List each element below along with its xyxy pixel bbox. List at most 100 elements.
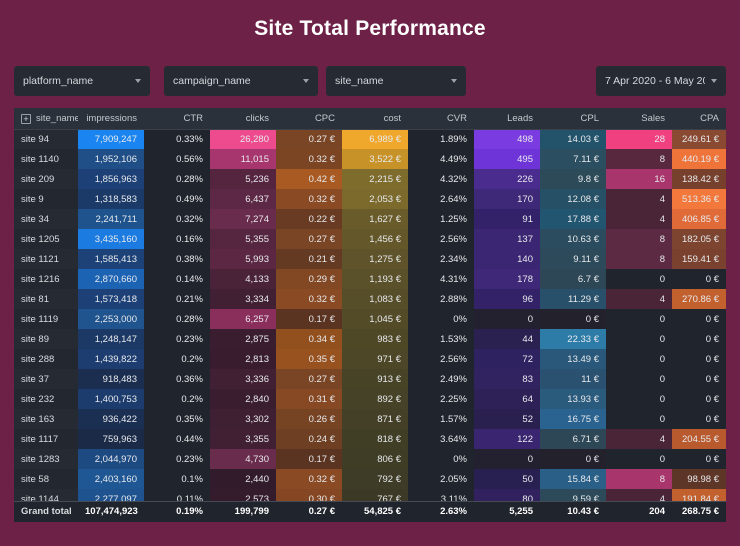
cell-cpl: 9.8 €	[540, 169, 606, 189]
cell-sales: 8	[606, 149, 672, 169]
column-header-site-name[interactable]: + site_name	[14, 108, 78, 130]
cell-cost: 971 €	[342, 349, 408, 369]
cell-cvr: 4.32%	[440, 173, 467, 185]
table-row[interactable]: site 288 1,439,822 0.2% 2,813 0.35 €971 € 2.5…	[14, 349, 726, 369]
column-header-cpa[interactable]: CPA	[672, 108, 726, 130]
chevron-down-icon	[451, 79, 457, 83]
table-row[interactable]: site 1205 3,435,160 0.16% 5,355 0.27 €1,456 …	[14, 229, 726, 249]
site-filter-label: site_name	[335, 75, 384, 87]
cell-cost: 767 €	[342, 489, 408, 501]
cell-impressions: 2,241,711	[78, 209, 144, 229]
date-range-label: 7 Apr 2020 - 6 May 20	[605, 75, 705, 87]
cell-ctr: 0.49%	[176, 193, 203, 205]
table-row[interactable]: site 34 2,241,711 0.32% 7,274 0.22 €1,627 € 1…	[14, 209, 726, 229]
cell-cost: 792 €	[342, 469, 408, 489]
column-header-sales[interactable]: Sales	[606, 108, 672, 130]
table-row[interactable]: site 58 2,403,160 0.1% 2,440 0.32 €792 € 2.05…	[14, 469, 726, 489]
cell-leads: 137	[474, 229, 540, 249]
cell-clicks: 3,334	[210, 289, 276, 309]
cell-ctr: 0.2%	[181, 393, 203, 405]
cell-cvr: 2.88%	[440, 293, 467, 305]
column-header-cost[interactable]: cost	[342, 108, 408, 130]
table-row[interactable]: site 209 1,856,963 0.28% 5,236 0.42 €2,215 €…	[14, 169, 726, 189]
cell-site-name: site 94	[14, 129, 78, 149]
cell-cvr: 0%	[453, 313, 467, 325]
cell-cvr: 1.25%	[440, 213, 467, 225]
cell-impressions: 918,483	[78, 369, 144, 389]
cell-impressions: 2,403,160	[78, 469, 144, 489]
cell-cvr: 1.89%	[440, 133, 467, 145]
cell-sales: 28	[606, 129, 672, 149]
column-header-leads[interactable]: Leads	[474, 108, 540, 130]
cell-leads: 80	[474, 489, 540, 501]
cell-cpl: 11.29 €	[540, 289, 606, 309]
table-row[interactable]: site 9 1,318,583 0.49% 6,437 0.32 €2,053 € 2.…	[14, 189, 726, 209]
table-row[interactable]: site 1121 1,585,413 0.38% 5,993 0.21 €1,275 …	[14, 249, 726, 269]
cell-cvr: 2.56%	[440, 353, 467, 365]
table-row[interactable]: site 1283 2,044,970 0.23% 4,730 0.17 €806 € 0…	[14, 449, 726, 469]
table-row[interactable]: site 1144 2,277,097 0.11% 2,573 0.30 €767 € 3…	[14, 489, 726, 501]
cell-leads: 178	[474, 269, 540, 289]
cell-cpl: 17.88 €	[540, 209, 606, 229]
expand-plus-icon[interactable]: +	[21, 113, 31, 124]
cell-ctr: 0.28%	[176, 173, 203, 185]
cell-ctr: 0.14%	[176, 273, 203, 285]
cell-impressions: 2,253,000	[78, 309, 144, 329]
table-row[interactable]: site 81 1,573,418 0.21% 3,334 0.32 €1,083 € 2…	[14, 289, 726, 309]
cell-cost: 1,627 €	[342, 209, 408, 229]
cell-cpa: 513.36 €	[672, 189, 726, 209]
column-header-clicks[interactable]: clicks	[210, 108, 276, 130]
cell-site-name: site 58	[14, 469, 78, 489]
grand-total-cpl: 10.43 €	[540, 500, 606, 522]
cell-cpl: 16.75 €	[540, 409, 606, 429]
cell-ctr: 0.33%	[176, 133, 203, 145]
grand-total-cpc: 0.27 €	[276, 500, 342, 522]
cell-cpl: 13.49 €	[540, 349, 606, 369]
grand-total-label: Grand total	[14, 500, 78, 522]
table-row[interactable]: site 1216 2,870,660 0.14% 4,133 0.29 €1,193 …	[14, 269, 726, 289]
cell-leads: 140	[474, 249, 540, 269]
cell-site-name: site 1283	[14, 449, 78, 469]
cell-cpl: 9.11 €	[540, 249, 606, 269]
table-row[interactable]: site 1117 759,963 0.44% 3,355 0.24 €818 € 3.6…	[14, 429, 726, 449]
table-scroll-area[interactable]: + site_name impressions CTR clicks CPC cost CVR…	[14, 108, 726, 501]
column-header-cpl[interactable]: CPL	[540, 108, 606, 130]
cell-cpc: 0.27 €	[276, 129, 342, 149]
cell-ctr: 0.56%	[176, 153, 203, 165]
column-header-impressions[interactable]: impressions	[78, 108, 144, 130]
performance-table: + site_name impressions CTR clicks CPC cost CVR…	[14, 108, 726, 501]
cell-cpa: 204.55 €	[672, 429, 726, 449]
table-row[interactable]: site 1119 2,253,000 0.28% 6,257 0.17 €1,045 …	[14, 309, 726, 329]
cell-sales: 4	[606, 489, 672, 501]
column-header-ctr[interactable]: CTR	[144, 108, 210, 130]
cell-sales: 8	[606, 469, 672, 489]
table-row[interactable]: site 232 1,400,753 0.2% 2,840 0.31 €892 € 2.2…	[14, 389, 726, 409]
cell-cpc: 0.32 €	[276, 149, 342, 169]
cell-clicks: 11,015	[210, 149, 276, 169]
cell-cvr: 2.56%	[440, 233, 467, 245]
date-range-filter[interactable]: 7 Apr 2020 - 6 May 20	[596, 66, 726, 96]
cell-cpa: 0 €	[705, 413, 719, 425]
grand-total-row: Grand total 107,474,923 0.19% 199,799 0.27 €…	[14, 500, 726, 522]
table-row[interactable]: site 89 1,248,147 0.23% 2,875 0.34 €983 € 1.5…	[14, 329, 726, 349]
cell-cost: 892 €	[342, 389, 408, 409]
cell-cpl: 6.71 €	[540, 429, 606, 449]
table-row[interactable]: site 1140 1,952,106 0.56% 11,015 0.32 €3,522…	[14, 149, 726, 169]
column-header-cvr[interactable]: CVR	[408, 108, 474, 130]
cell-cpa: 0 €	[705, 373, 719, 385]
cell-cvr: 2.49%	[440, 373, 467, 385]
cell-cpa: 0 €	[705, 313, 719, 325]
campaign-name-filter[interactable]: campaign_name	[164, 66, 318, 96]
cell-leads: 83	[474, 369, 540, 389]
table-row[interactable]: site 94 7,909,247 0.33% 26,280 0.27 €6,989 €…	[14, 129, 726, 149]
cell-ctr: 0.38%	[176, 253, 203, 265]
table-row[interactable]: site 37 918,483 0.36% 3,336 0.27 €913 € 2.49%…	[14, 369, 726, 389]
cell-cpa: 159.41 €	[672, 249, 726, 269]
table-row[interactable]: site 163 936,422 0.35% 3,302 0.26 €871 € 1.57…	[14, 409, 726, 429]
column-header-cpc[interactable]: CPC	[276, 108, 342, 130]
platform-name-filter[interactable]: platform_name	[14, 66, 150, 96]
cell-cpl: 0 €	[540, 449, 606, 469]
cell-cvr: 4.31%	[440, 273, 467, 285]
table-header-row: + site_name impressions CTR clicks CPC cost CVR…	[14, 108, 726, 130]
site-name-filter[interactable]: site_name	[326, 66, 466, 96]
